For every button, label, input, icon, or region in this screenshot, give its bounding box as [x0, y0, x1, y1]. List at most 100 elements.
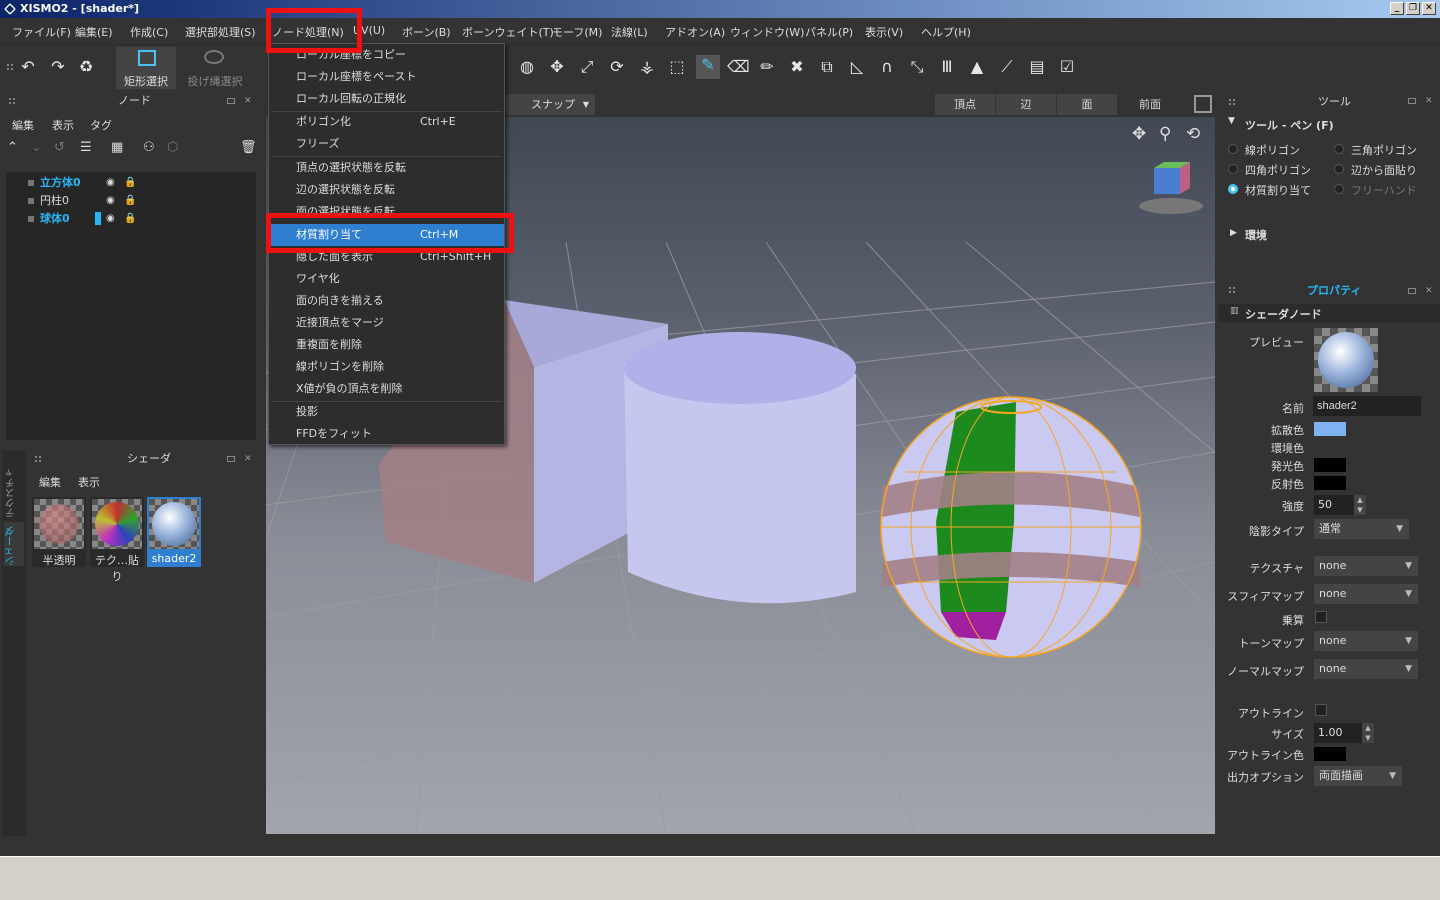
edit-icon[interactable]: ☑ — [1057, 57, 1077, 77]
grid-icon[interactable]: ▦ — [111, 140, 123, 155]
shader-menu-view[interactable]: 表示 — [78, 474, 100, 490]
pan-icon[interactable]: ✥ — [1132, 124, 1146, 144]
menu-morph[interactable]: モーフ(M) — [552, 24, 602, 40]
arch-icon[interactable]: ∩ — [877, 57, 897, 77]
box-icon[interactable]: ⧉ — [817, 57, 837, 77]
strength-input[interactable]: 50 — [1314, 495, 1354, 515]
pen-icon[interactable]: ✎ — [696, 55, 720, 79]
menu-item-merge-vertices[interactable]: 近接頂点をマージ — [269, 312, 504, 334]
menu-item-paste-local[interactable]: ローカル座標をペースト — [269, 66, 504, 88]
normalmap-dropdown[interactable]: none ▼ — [1314, 659, 1418, 679]
radio-quad-polygon[interactable] — [1228, 164, 1238, 174]
bag-icon[interactable]: ▲ — [967, 57, 987, 77]
node-panel-close-icon[interactable]: ✕ — [244, 97, 252, 106]
move-icon[interactable]: ✥ — [547, 57, 567, 77]
output-dropdown[interactable]: 両面描画 ▼ — [1314, 766, 1402, 786]
tab-shader[interactable]: シェーダ — [4, 522, 24, 566]
rect-select-button[interactable]: 矩形選択 — [116, 47, 176, 89]
tree-row-sphere[interactable]: 球体0 — [28, 211, 70, 227]
prop-panel-minimize-icon[interactable] — [1408, 288, 1416, 294]
move-up-icon[interactable]: ⌃ — [7, 140, 18, 155]
shrink-icon[interactable]: ⤡ — [907, 57, 927, 77]
env-section-title[interactable]: 環境 — [1245, 227, 1267, 243]
cube-icon[interactable]: ⬡ — [167, 140, 178, 155]
menu-normal[interactable]: 法線(L) — [611, 24, 648, 40]
radio-edge-face[interactable] — [1334, 164, 1344, 174]
emissive-color-swatch[interactable] — [1314, 458, 1346, 472]
reparent-icon[interactable]: ↺ — [54, 140, 65, 155]
visibility-eye-icon[interactable]: ◉ — [106, 195, 115, 206]
lasso-select-button[interactable]: 投げ縄選択 — [182, 47, 248, 89]
menu-item-freeze[interactable]: フリーズ — [269, 133, 504, 155]
shader-panel-minimize-icon[interactable] — [227, 456, 235, 462]
snap-dropdown[interactable]: スナップ ▼ — [505, 94, 595, 115]
knife-icon[interactable]: ⟋ — [997, 57, 1017, 77]
size-input[interactable]: 1.00 — [1314, 723, 1362, 743]
menu-selection[interactable]: 選択部処理(S) — [185, 24, 256, 40]
visibility-eye-icon[interactable]: ◉ — [106, 213, 115, 224]
eraser-icon[interactable]: ⌫ — [727, 57, 750, 77]
group-icon[interactable]: ⚇ — [143, 140, 155, 155]
mode-edge-button[interactable]: 辺 — [996, 94, 1056, 115]
view-toggle-icon[interactable] — [1194, 95, 1212, 113]
list-icon[interactable]: ☰ — [80, 140, 92, 155]
delete-icon[interactable]: 🗑 — [240, 140, 257, 155]
rotate-icon[interactable]: ⟳ — [607, 57, 627, 77]
shader-thumb-texture[interactable]: テク…貼り — [90, 497, 144, 583]
menu-item-invert-vertex[interactable]: 頂点の選択状態を反転 — [269, 157, 504, 179]
multiply-checkbox[interactable] — [1315, 611, 1327, 623]
diffuse-color-swatch[interactable] — [1314, 422, 1346, 436]
node-panel-grip-icon[interactable] — [8, 97, 16, 105]
menu-item-projection[interactable]: 投影 — [269, 401, 504, 423]
close-button[interactable]: ✕ — [1422, 2, 1436, 15]
shader-thumb-shader2[interactable]: shader2 — [147, 497, 201, 567]
node-panel-minimize-icon[interactable] — [227, 98, 235, 104]
menu-help[interactable]: ヘルプ(H) — [921, 24, 971, 40]
prop-panel-grip-icon[interactable] — [1228, 286, 1236, 294]
menu-item-delete-duplicate[interactable]: 重複面を削除 — [269, 334, 504, 356]
pivot-icon[interactable]: ⚶ — [637, 57, 657, 77]
spheremap-dropdown[interactable]: none ▼ — [1314, 584, 1418, 604]
tool-panel-minimize-icon[interactable] — [1408, 98, 1416, 104]
view-front-button[interactable]: 前面 — [1120, 94, 1180, 115]
globe-icon[interactable]: ◍ — [517, 57, 537, 77]
tree-row-cylinder[interactable]: 円柱0 — [28, 193, 69, 209]
ambient-color-swatch[interactable] — [1314, 440, 1346, 454]
strength-spinner-icon[interactable]: ▲ ▼ — [1354, 495, 1366, 515]
shader-menu-edit[interactable]: 編集 — [39, 474, 61, 490]
menu-item-delete-line-polygon[interactable]: 線ポリゴンを削除 — [269, 356, 504, 378]
menu-item-fit-ffd[interactable]: FFDをフィット — [269, 423, 504, 445]
tool-panel-close-icon[interactable]: ✕ — [1425, 97, 1433, 106]
lock-icon[interactable]: 🔒 — [124, 195, 136, 206]
outline-checkbox[interactable] — [1315, 704, 1327, 716]
lock-icon[interactable]: 🔒 — [124, 177, 136, 188]
menu-create[interactable]: 作成(C) — [130, 24, 168, 40]
view-cube[interactable] — [1139, 162, 1203, 214]
menu-item-normalize-rotation[interactable]: ローカル回転の正規化 — [269, 88, 504, 110]
radio-line-polygon[interactable] — [1228, 144, 1238, 154]
orbit-icon[interactable]: ⟲ — [1186, 124, 1200, 144]
tool-panel-grip-icon[interactable] — [1228, 98, 1236, 106]
size-spinner-icon[interactable]: ▲ ▼ — [1362, 723, 1374, 743]
move-down-icon[interactable]: ⌄ — [31, 140, 42, 155]
menu-addon[interactable]: アドオン(A) — [665, 24, 725, 40]
specular-color-swatch[interactable] — [1314, 476, 1346, 490]
menu-window[interactable]: ウィンドウ(W) — [730, 24, 804, 40]
uv-icon[interactable]: Ⅲ — [937, 57, 957, 77]
node-menu-view[interactable]: 表示 — [52, 117, 74, 133]
radio-material-assign[interactable] — [1228, 184, 1238, 194]
weld-icon[interactable]: ✖ — [787, 57, 807, 77]
expand-arrow-icon[interactable]: ▶ — [1230, 228, 1237, 238]
menu-item-wireframe[interactable]: ワイヤ化 — [269, 268, 504, 290]
radio-triangle-polygon[interactable] — [1334, 144, 1344, 154]
radio-freehand[interactable] — [1334, 184, 1344, 194]
mode-face-button[interactable]: 面 — [1057, 94, 1117, 115]
tab-texture[interactable]: テクスチャ — [4, 458, 24, 518]
toonmap-dropdown[interactable]: none ▼ — [1314, 631, 1418, 651]
minimize-button[interactable]: _ — [1390, 2, 1404, 15]
menu-item-invert-edge[interactable]: 辺の選択状態を反転 — [269, 179, 504, 201]
menu-view[interactable]: 表示(V) — [865, 24, 903, 40]
menu-item-align-faces[interactable]: 面の向きを揃える — [269, 290, 504, 312]
collapse-arrow-icon[interactable]: ▼ — [1228, 116, 1235, 126]
toolbar-grip-icon[interactable] — [6, 63, 14, 71]
